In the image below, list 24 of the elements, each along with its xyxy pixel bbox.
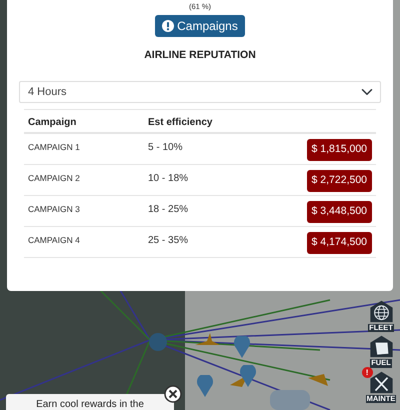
efficiency-range: 5 - 10% [148,140,184,155]
buy-campaign-button[interactable]: $ 1,815,000 [306,138,372,160]
alert-icon [162,20,174,32]
section-title: AIRLINE REPUTATION [143,48,257,63]
buy-campaign-button[interactable]: $ 2,722,500 [306,170,372,192]
efficiency-range: 25 - 35% [148,234,190,248]
duration-select[interactable]: 4 Hours [19,80,381,103]
campaigns-button[interactable]: Campaigns [155,14,245,36]
efficiency-range: 18 - 25% [148,202,190,217]
campaign-name: CAMPAIGN 4 [28,234,81,246]
globe-icon [368,299,394,323]
campaign-name: CAMPAIGN 1 [28,140,81,154]
buy-campaign-button[interactable]: $ 4,174,500 [306,232,372,254]
rewards-banner[interactable]: Earn cool rewards in the [6,394,174,410]
campaign-name: CAMPAIGN 2 [28,172,81,184]
campaign-name: CAMPAIGN 3 [28,202,81,216]
buy-campaign-button[interactable]: $ 3,448,500 [306,200,372,222]
column-header: Campaign [28,116,78,130]
column-header: Est efficiency [148,116,214,130]
efficiency-range: 10 - 18% [148,172,190,186]
close-icon[interactable] [164,385,182,403]
map-pin-icon[interactable] [197,375,213,397]
map-pin-icon[interactable] [234,336,250,358]
map-pin-icon[interactable] [240,365,256,387]
